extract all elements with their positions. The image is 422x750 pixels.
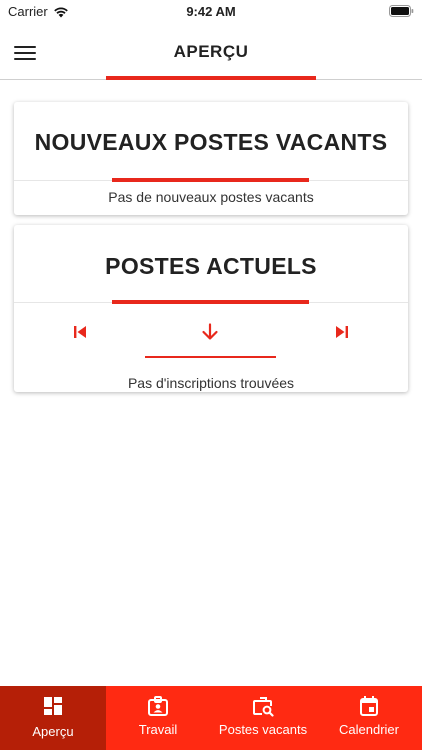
badge-icon <box>147 695 169 717</box>
app-screen: Carrier 9:42 AM APERÇU NOUVEAUX POSTES V… <box>0 0 422 750</box>
status-time: 9:42 AM <box>186 4 236 19</box>
pager-indicator-line <box>145 356 276 358</box>
current-jobs-card: POSTES ACTUELS Pas d'inscriptions trouvé… <box>14 225 408 392</box>
tab-travail[interactable]: Travail <box>106 686 210 750</box>
tab-label: Calendrier <box>339 722 399 737</box>
current-jobs-empty-message: Pas d'inscriptions trouvées <box>127 375 295 391</box>
app-header: APERÇU <box>0 24 422 80</box>
status-bar: Carrier 9:42 AM <box>0 0 422 24</box>
tab-label: Aperçu <box>32 724 74 739</box>
card-accent-bar <box>112 300 309 304</box>
pager <box>14 321 408 343</box>
new-vacancies-title: NOUVEAUX POSTES VACANTS <box>34 129 388 155</box>
page-title: APERÇU <box>173 42 249 61</box>
new-vacancies-empty-message: Pas de nouveaux postes vacants <box>108 189 314 205</box>
job-search-icon <box>252 695 274 717</box>
tab-calendrier[interactable]: Calendrier <box>316 686 422 750</box>
card-accent-bar <box>112 178 309 182</box>
tab-apercu[interactable]: Aperçu <box>0 686 106 750</box>
tab-label: Travail <box>138 722 178 737</box>
bottom-tab-bar: Aperçu Travail Postes vacants Calendrier <box>0 686 422 750</box>
first-page-button[interactable] <box>68 321 92 343</box>
scroll-down-button[interactable] <box>198 321 222 343</box>
calendar-icon <box>358 695 380 717</box>
skip-last-icon <box>336 326 348 338</box>
arrow-down-icon <box>202 323 218 340</box>
tab-label: Postes vacants <box>218 722 308 737</box>
title-underline <box>106 76 316 80</box>
current-jobs-title: POSTES ACTUELS <box>105 253 317 279</box>
new-vacancies-card: NOUVEAUX POSTES VACANTS Pas de nouveaux … <box>14 102 408 215</box>
tab-postes-vacants[interactable]: Postes vacants <box>210 686 316 750</box>
battery-icon <box>389 5 414 20</box>
last-page-button[interactable] <box>330 321 354 343</box>
dashboard-icon <box>42 695 64 717</box>
skip-first-icon <box>74 326 86 338</box>
